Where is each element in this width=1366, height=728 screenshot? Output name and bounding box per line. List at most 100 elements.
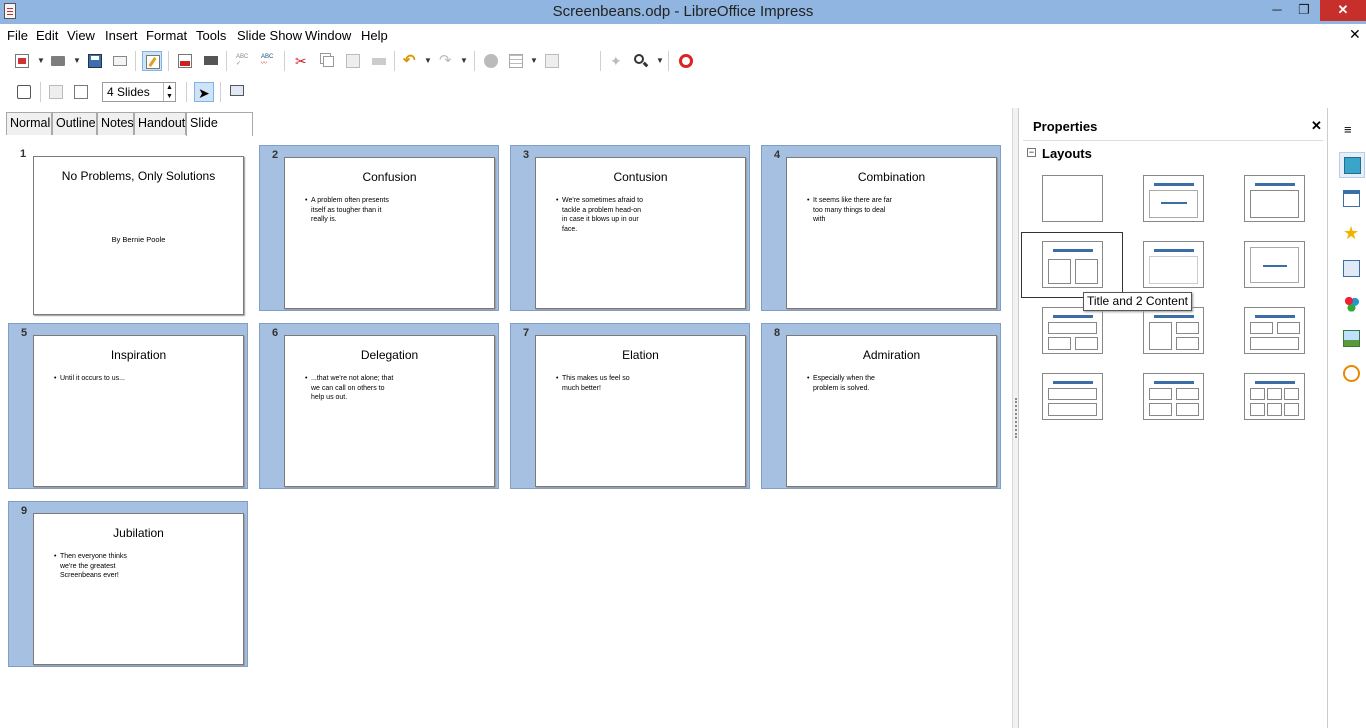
navigator-button[interactable]: ✦ (607, 51, 627, 71)
slide-preview: Combination It seems like there are far … (786, 157, 997, 309)
maximize-button[interactable]: ❐ (1289, 0, 1319, 21)
layout-title-content-over-content[interactable] (1042, 373, 1103, 420)
sidebar-tab-styles[interactable] (1339, 291, 1365, 317)
tab-normal[interactable]: Normal (6, 112, 52, 135)
envelope-icon (113, 56, 127, 66)
table-dropdown-arrow[interactable]: ▼ (530, 51, 538, 71)
slide-thumbnail-4[interactable]: 4 Combination It seems like there are fa… (761, 145, 1001, 311)
magnifier-icon (634, 54, 649, 68)
layout-title-content-2-content[interactable] (1143, 307, 1204, 354)
chart-button[interactable] (481, 51, 501, 71)
slide-preview: Delegation ...that we're not alone; that… (284, 335, 495, 487)
new-dropdown-arrow[interactable]: ▼ (37, 51, 45, 71)
menu-edit[interactable]: Edit (36, 28, 58, 43)
slide-thumbnail-3[interactable]: 3 Contusion We're sometimes afraid to ta… (510, 145, 750, 311)
print-button[interactable] (201, 51, 221, 71)
export-pdf-button[interactable] (175, 51, 195, 71)
close-document-button[interactable]: ✕ (1349, 26, 1361, 43)
cut-button[interactable]: ✂ (292, 51, 312, 71)
spin-down-icon[interactable]: ▼ (163, 92, 175, 101)
slide-preview: Jubilation Then everyone thinks we're th… (33, 513, 244, 665)
slide-number: 4 (774, 149, 781, 161)
slide-title: Admiration (862, 348, 921, 362)
edit-mode-button[interactable] (142, 51, 162, 71)
sidebar-tab-master-slides[interactable] (1339, 186, 1365, 212)
slide-thumbnail-1[interactable]: 1 No Problems, Only Solutions By Bernie … (8, 145, 248, 315)
menu-format[interactable]: Format (146, 28, 187, 43)
slide-title: Confusion (362, 170, 417, 184)
menu-help[interactable]: Help (361, 28, 388, 43)
layout-title-4-content[interactable] (1143, 373, 1204, 420)
slide-number: 3 (523, 149, 530, 161)
spin-up-icon[interactable]: ▲ (163, 83, 175, 92)
layout-title-only[interactable] (1143, 241, 1204, 288)
save-button[interactable] (85, 51, 105, 71)
undo-dropdown-arrow[interactable]: ▼ (424, 51, 432, 71)
zoom-button[interactable] (631, 51, 651, 71)
new-button[interactable] (12, 51, 32, 71)
slide-thumbnail-9[interactable]: 9 Jubilation Then everyone thinks we're … (8, 501, 248, 667)
slide-transition-button[interactable] (14, 82, 34, 102)
slide-thumbnail-5[interactable]: 5 Inspiration Until it occurs to us... (8, 323, 248, 489)
menu-tools[interactable]: Tools (196, 28, 226, 43)
layout-tooltip: Title and 2 Content (1083, 292, 1192, 311)
sidebar-menu-button[interactable]: ≡ (1344, 122, 1352, 137)
minimize-button[interactable]: ─ (1262, 0, 1292, 21)
slide-preview: Admiration Especially when the problem i… (786, 335, 997, 487)
slide-title: Inspiration (110, 348, 167, 362)
slides-per-row-spinner[interactable]: 4 Slides ▲ ▼ (102, 82, 176, 102)
tab-handout[interactable]: Handout (134, 112, 186, 135)
email-button[interactable] (110, 51, 130, 71)
tab-notes[interactable]: Notes (97, 112, 134, 135)
layout-title-6-content[interactable] (1244, 373, 1305, 420)
show-hide-slide-button[interactable] (46, 82, 66, 102)
slide-thumbnail-7[interactable]: 7 Elation This makes us feel so much bet… (510, 323, 750, 489)
slide-sorter-pane[interactable]: 1 No Problems, Only Solutions By Bernie … (0, 136, 1012, 728)
layout-blank[interactable] (1042, 175, 1103, 222)
start-slideshow-button[interactable] (227, 82, 247, 102)
redo-dropdown-arrow[interactable]: ▼ (460, 51, 468, 71)
sidebar-tab-properties[interactable] (1339, 152, 1365, 178)
undo-button[interactable]: ↶ (400, 51, 420, 71)
paste-button[interactable] (343, 51, 363, 71)
menu-window[interactable]: Window (305, 28, 351, 43)
open-button[interactable] (48, 51, 68, 71)
slide-thumbnail-2[interactable]: 2 Confusion A problem often presents its… (259, 145, 499, 311)
layout-title-2-content-content[interactable] (1042, 307, 1103, 354)
menu-slide-show[interactable]: Slide Show (237, 28, 302, 43)
zoom-dropdown-arrow[interactable]: ▼ (656, 51, 664, 71)
copy-button[interactable] (318, 51, 338, 71)
image-button[interactable] (542, 51, 562, 71)
master-slides-icon (1343, 190, 1360, 207)
menu-insert[interactable]: Insert (105, 28, 138, 43)
select-button[interactable]: ➤ (194, 82, 214, 102)
sidebar-tab-navigator[interactable] (1339, 361, 1365, 387)
slide-thumbnail-8[interactable]: 8 Admiration Especially when the problem… (761, 323, 1001, 489)
layout-centered-text[interactable] (1244, 241, 1305, 288)
table-button[interactable] (506, 51, 526, 71)
menu-view[interactable]: View (67, 28, 95, 43)
open-dropdown-arrow[interactable]: ▼ (73, 51, 81, 71)
sidebar-tab-slide-transition[interactable] (1339, 256, 1365, 282)
sidebar-close-button[interactable]: ✕ (1311, 118, 1322, 134)
sidebar-tab-custom-animation[interactable]: ★ (1339, 221, 1365, 247)
navigator-star-icon: ✦ (610, 53, 622, 69)
layout-title-slide[interactable] (1143, 175, 1204, 222)
edit-slide-button[interactable] (71, 82, 91, 102)
menu-file[interactable]: File (7, 28, 28, 43)
collapse-icon[interactable]: − (1027, 148, 1036, 157)
layout-title-content[interactable] (1244, 175, 1305, 222)
slide-number: 9 (21, 505, 28, 517)
autospell-button[interactable]: ABC 〰 (258, 51, 278, 71)
sidebar-tab-gallery[interactable] (1339, 326, 1365, 352)
spelling-button[interactable]: ABC ✓ (233, 51, 253, 71)
clone-formatting-button[interactable] (369, 51, 389, 71)
close-window-button[interactable]: ✕ (1320, 0, 1366, 21)
redo-button[interactable]: ↷ (436, 51, 456, 71)
help-button[interactable] (676, 51, 696, 71)
tab-outline[interactable]: Outline (52, 112, 97, 135)
tab-slide-sorter[interactable]: Slide Sorter (186, 112, 253, 151)
properties-icon (1344, 157, 1361, 174)
layout-title-2-content-over[interactable] (1244, 307, 1305, 354)
slide-thumbnail-6[interactable]: 6 Delegation ...that we're not alone; th… (259, 323, 499, 489)
